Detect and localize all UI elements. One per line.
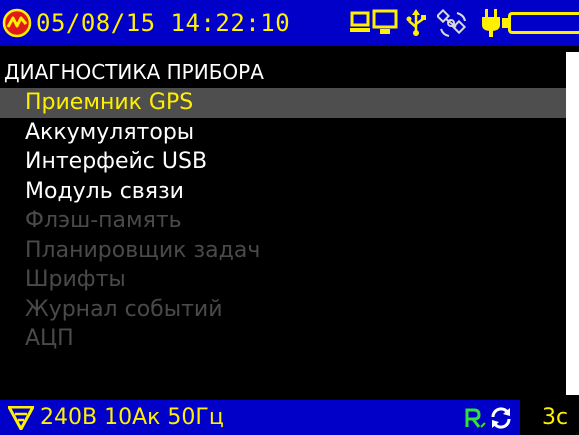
measurement-readout: 240В 10Ак 50Гц [40, 405, 224, 430]
usb-icon [406, 9, 426, 36]
side-panel [566, 52, 579, 395]
menu-item-batteries[interactable]: Аккумуляторы [0, 118, 566, 148]
datetime-display: 05/08/15 14:22:10 [36, 9, 291, 37]
menu-item-comm-module[interactable]: Модуль связи [0, 177, 566, 207]
time-remaining-label: 3с [520, 400, 579, 435]
filter-icon [8, 406, 34, 430]
battery-icon [508, 12, 579, 34]
menu-item-usb-interface[interactable]: Интерфейс USB [0, 147, 566, 177]
diagnostics-menu: Приемник GPS Аккумуляторы Интерфейс USB … [0, 88, 566, 354]
satellite-icon [437, 9, 467, 37]
status-bar: 05/08/15 14:22:10 [0, 0, 579, 46]
rx-signal-icon [465, 408, 486, 428]
menu-item-task-scheduler: Планировщик задач [25, 237, 261, 263]
power-plug-icon [482, 9, 500, 37]
menu-item-fonts: Шрифты [25, 267, 126, 292]
menu-item-flash-memory: Флэш-память [25, 208, 182, 233]
bottom-status-bar: 240В 10Ак 50Гц 3с [0, 400, 579, 435]
sync-icon [491, 407, 511, 429]
page-title: ДИАГНОСТИКА ПРИБОРА [4, 60, 264, 84]
pc-connection-icon [350, 9, 398, 34]
menu-item-adc: АЦП [25, 326, 74, 351]
menu-item-event-log: Журнал событий [25, 296, 223, 322]
menu-item-gps-receiver[interactable]: Приемник GPS [0, 88, 566, 118]
device-logo-icon [2, 8, 32, 38]
